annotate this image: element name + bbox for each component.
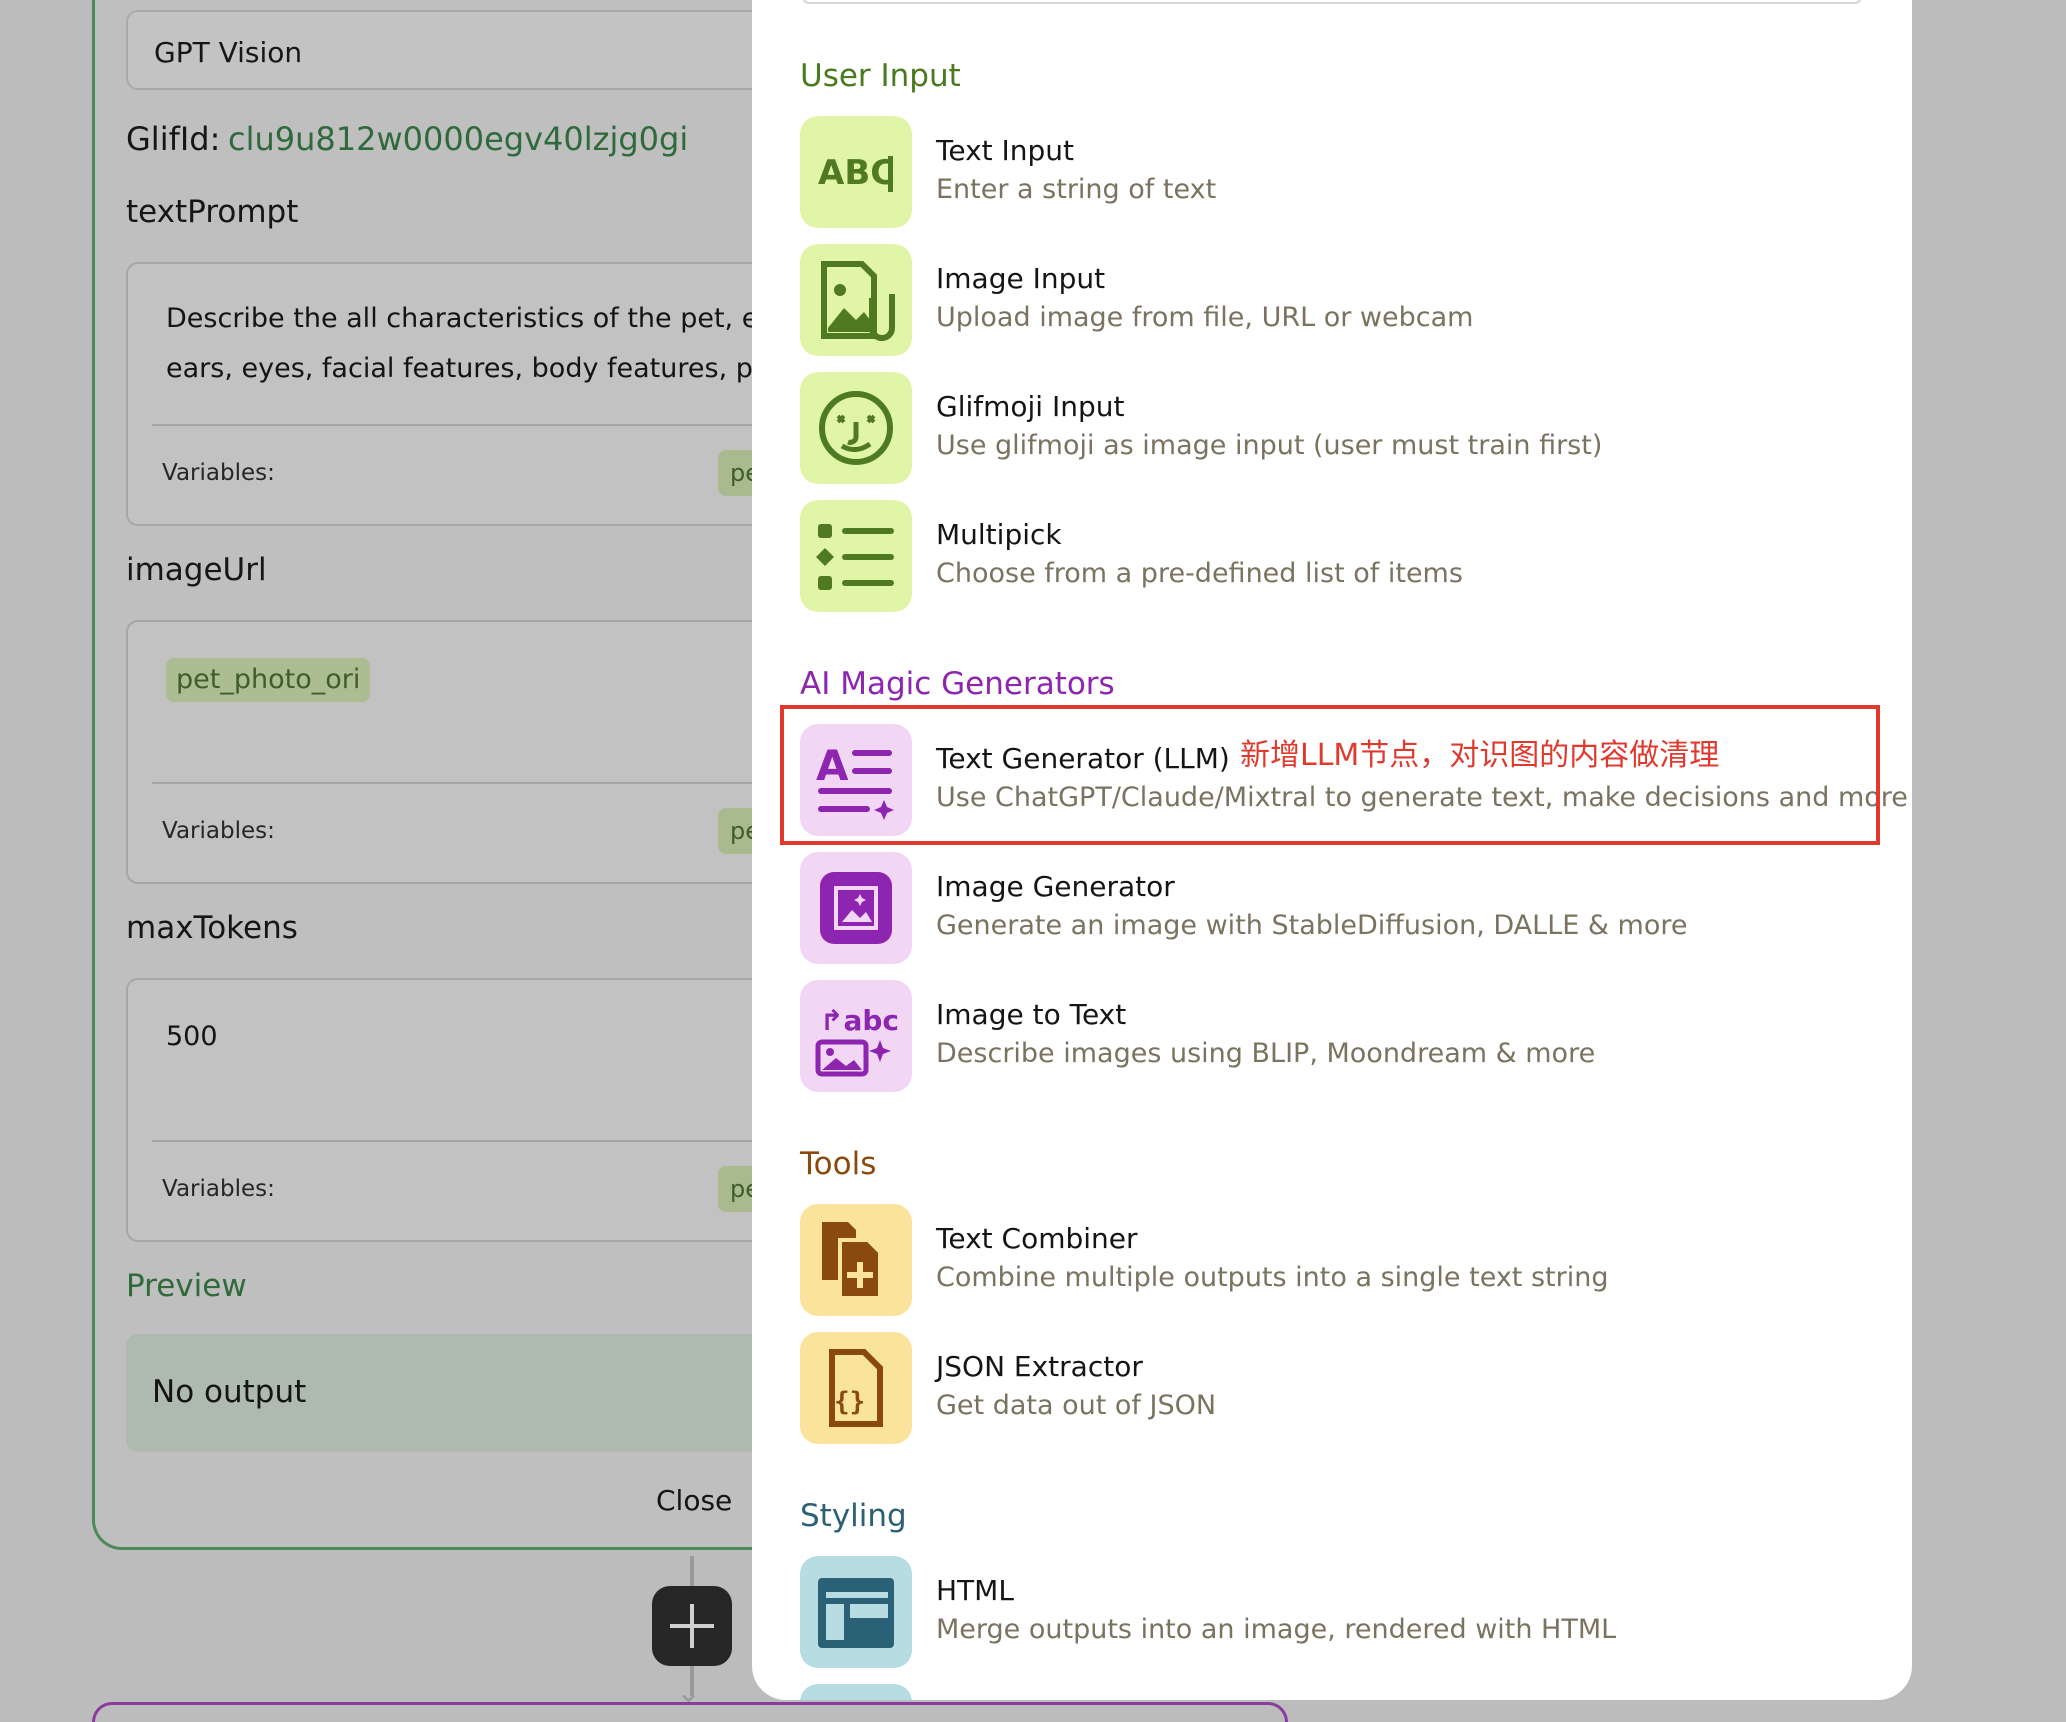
preview-label: Preview: [126, 1268, 247, 1304]
abc-cursor-icon: ABC: [800, 116, 912, 228]
menu-item-desc: Upload image from file, URL or webcam: [936, 302, 1474, 333]
svg-text:↱abc: ↱abc: [820, 1004, 898, 1037]
image-attachment-icon: [800, 244, 912, 356]
menu-item-desc: Combine multiple outputs into a single t…: [936, 1262, 1609, 1293]
menu-item-title: Multipick: [936, 518, 1062, 551]
menu-item-glifmoji-input[interactable]: Glifmoji Input Use glifmoji as image inp…: [800, 372, 1880, 486]
variable-chip-pet-photo[interactable]: pet_photo_ori: [166, 658, 371, 702]
layout-icon: [800, 1556, 912, 1668]
variables-label: Variables:: [162, 1176, 275, 1202]
list-icon: [800, 500, 912, 612]
variables-label: Variables:: [162, 818, 275, 844]
add-node-button[interactable]: [652, 1586, 732, 1666]
node-title-text: GPT Vision: [154, 36, 303, 69]
menu-item-title: Image Generator: [936, 870, 1175, 903]
smiley-face-icon: [800, 372, 912, 484]
image-to-text-icon: ↱abc: [800, 980, 912, 1092]
menu-item-desc: Use glifmoji as image input (user must t…: [936, 430, 1603, 461]
menu-item-desc: Describe images using BLIP, Moondream & …: [936, 1038, 1596, 1069]
connector-line: [690, 1556, 694, 1586]
menu-item-title: Text Combiner: [936, 1222, 1138, 1255]
textprompt-line2: ears, eyes, facial features, body featur…: [166, 353, 784, 384]
search-input[interactable]: [802, 0, 1862, 4]
section-title-ai-generators: AI Magic Generators: [800, 666, 1115, 702]
menu-item-text-combiner[interactable]: Text Combiner Combine multiple outputs i…: [800, 1204, 1880, 1318]
menu-item-desc: Choose from a pre-defined list of items: [936, 558, 1463, 589]
menu-item-title: Text Input: [936, 134, 1075, 167]
maxtokens-value: 500: [166, 1021, 218, 1052]
close-button[interactable]: Close: [656, 1484, 732, 1517]
section-title-tools: Tools: [800, 1146, 877, 1182]
field-title-maxtokens: maxTokens: [126, 910, 298, 946]
next-node-card[interactable]: [92, 1702, 1288, 1722]
add-block-menu: User Input ABC Text Input Enter a string…: [752, 0, 1912, 1700]
section-title-styling: Styling: [800, 1498, 907, 1534]
menu-item-image-to-text[interactable]: ↱abc Image to Text Describe images using…: [800, 980, 1880, 1094]
annotation-highlight-box: [780, 705, 1880, 845]
menu-item-desc: Merge outputs into an image, rendered wi…: [936, 1614, 1617, 1645]
menu-item-title: HTML: [936, 1574, 1014, 1607]
glif-id-value[interactable]: clu9u812w0000egv40lzjg0gi: [228, 120, 688, 158]
svg-text:ABC: ABC: [818, 153, 895, 193]
menu-item-multipick[interactable]: Multipick Choose from a pre-defined list…: [800, 500, 1880, 614]
textprompt-line1: Describe the all characteristics of the …: [166, 303, 785, 334]
glif-id-label: GlifId:: [126, 120, 221, 158]
menu-item-title: Image Input: [936, 262, 1106, 295]
menu-item-title: Glifmoji Input: [936, 390, 1125, 423]
copy-plus-icon: [800, 1204, 912, 1316]
menu-item-desc: Generate an image with StableDiffusion, …: [936, 910, 1688, 941]
section-title-user-input: User Input: [800, 58, 961, 94]
svg-text:{}: {}: [834, 1387, 865, 1417]
field-title-imageurl: imageUrl: [126, 552, 267, 588]
menu-item-image-generator[interactable]: Image Generator Generate an image with S…: [800, 852, 1880, 966]
menu-item-html[interactable]: HTML Merge outputs into an image, render…: [800, 1556, 1880, 1670]
menu-item-text-input[interactable]: ABC Text Input Enter a string of text: [800, 116, 1880, 230]
menu-item-desc: Enter a string of text: [936, 174, 1217, 205]
partial-icon: [800, 1684, 912, 1700]
image-frame-icon: [800, 852, 912, 964]
menu-item-title: JSON Extractor: [936, 1350, 1143, 1383]
menu-item-json-extractor[interactable]: {} JSON Extractor Get data out of JSON: [800, 1332, 1880, 1446]
json-file-icon: {}: [800, 1332, 912, 1444]
preview-output: No output: [152, 1374, 307, 1410]
variables-label: Variables:: [162, 460, 275, 486]
menu-item-image-input[interactable]: Image Input Upload image from file, URL …: [800, 244, 1880, 358]
menu-item-partial[interactable]: [800, 1684, 1880, 1700]
menu-item-desc: Get data out of JSON: [936, 1390, 1217, 1421]
annotation-text: 新增LLM节点，对识图的内容做清理: [1240, 738, 1720, 773]
field-title-textprompt: textPrompt: [126, 194, 299, 230]
menu-item-title: Image to Text: [936, 998, 1127, 1031]
